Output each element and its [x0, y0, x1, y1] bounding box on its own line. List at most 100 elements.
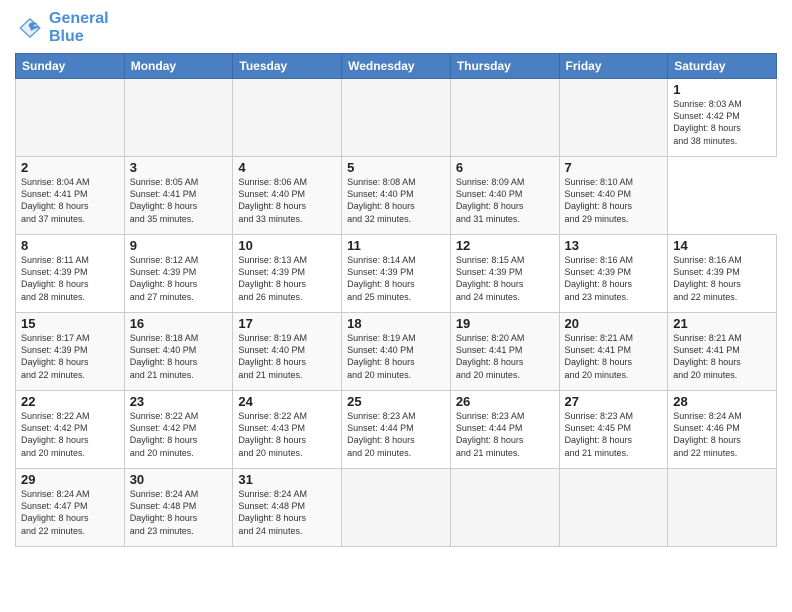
day-info: Sunrise: 8:05 AMSunset: 4:41 PMDaylight:…: [130, 176, 228, 225]
day-number: 5: [347, 160, 445, 175]
calendar-cell-day: 14Sunrise: 8:16 AMSunset: 4:39 PMDayligh…: [668, 235, 777, 313]
day-info: Sunrise: 8:17 AMSunset: 4:39 PMDaylight:…: [21, 332, 119, 381]
calendar-cell-empty: [16, 79, 125, 157]
calendar-header-monday: Monday: [124, 54, 233, 79]
calendar-cell-day: 18Sunrise: 8:19 AMSunset: 4:40 PMDayligh…: [342, 313, 451, 391]
day-number: 22: [21, 394, 119, 409]
calendar-cell-day: 31Sunrise: 8:24 AMSunset: 4:48 PMDayligh…: [233, 469, 342, 547]
page-header: General Blue: [15, 10, 777, 45]
day-number: 24: [238, 394, 336, 409]
day-number: 1: [673, 82, 771, 97]
day-info: Sunrise: 8:24 AMSunset: 4:46 PMDaylight:…: [673, 410, 771, 459]
day-info: Sunrise: 8:03 AMSunset: 4:42 PMDaylight:…: [673, 98, 771, 147]
day-number: 15: [21, 316, 119, 331]
calendar-cell-day: 19Sunrise: 8:20 AMSunset: 4:41 PMDayligh…: [450, 313, 559, 391]
day-info: Sunrise: 8:23 AMSunset: 4:45 PMDaylight:…: [565, 410, 663, 459]
day-info: Sunrise: 8:20 AMSunset: 4:41 PMDaylight:…: [456, 332, 554, 381]
calendar-cell-day: 27Sunrise: 8:23 AMSunset: 4:45 PMDayligh…: [559, 391, 668, 469]
calendar-cell-day: 25Sunrise: 8:23 AMSunset: 4:44 PMDayligh…: [342, 391, 451, 469]
calendar-cell-empty: [342, 79, 451, 157]
day-number: 9: [130, 238, 228, 253]
calendar-header-thursday: Thursday: [450, 54, 559, 79]
day-number: 18: [347, 316, 445, 331]
calendar-cell-day: 13Sunrise: 8:16 AMSunset: 4:39 PMDayligh…: [559, 235, 668, 313]
day-info: Sunrise: 8:09 AMSunset: 4:40 PMDaylight:…: [456, 176, 554, 225]
day-info: Sunrise: 8:11 AMSunset: 4:39 PMDaylight:…: [21, 254, 119, 303]
day-number: 14: [673, 238, 771, 253]
day-info: Sunrise: 8:16 AMSunset: 4:39 PMDaylight:…: [565, 254, 663, 303]
calendar-cell-day: 9Sunrise: 8:12 AMSunset: 4:39 PMDaylight…: [124, 235, 233, 313]
calendar-cell-day: 11Sunrise: 8:14 AMSunset: 4:39 PMDayligh…: [342, 235, 451, 313]
calendar-week-row: 2Sunrise: 8:04 AMSunset: 4:41 PMDaylight…: [16, 157, 777, 235]
calendar-cell-day: 1Sunrise: 8:03 AMSunset: 4:42 PMDaylight…: [668, 79, 777, 157]
calendar-cell-day: 3Sunrise: 8:05 AMSunset: 4:41 PMDaylight…: [124, 157, 233, 235]
logo: General Blue: [15, 10, 109, 45]
calendar-cell-day: 17Sunrise: 8:19 AMSunset: 4:40 PMDayligh…: [233, 313, 342, 391]
calendar-cell-empty: [450, 79, 559, 157]
day-info: Sunrise: 8:14 AMSunset: 4:39 PMDaylight:…: [347, 254, 445, 303]
calendar-week-row: 15Sunrise: 8:17 AMSunset: 4:39 PMDayligh…: [16, 313, 777, 391]
calendar-cell-day: 26Sunrise: 8:23 AMSunset: 4:44 PMDayligh…: [450, 391, 559, 469]
logo-icon: [15, 13, 45, 43]
calendar-cell-day: 23Sunrise: 8:22 AMSunset: 4:42 PMDayligh…: [124, 391, 233, 469]
day-info: Sunrise: 8:12 AMSunset: 4:39 PMDaylight:…: [130, 254, 228, 303]
day-info: Sunrise: 8:06 AMSunset: 4:40 PMDaylight:…: [238, 176, 336, 225]
day-info: Sunrise: 8:13 AMSunset: 4:39 PMDaylight:…: [238, 254, 336, 303]
day-number: 20: [565, 316, 663, 331]
calendar-cell-empty: [559, 79, 668, 157]
day-info: Sunrise: 8:08 AMSunset: 4:40 PMDaylight:…: [347, 176, 445, 225]
day-info: Sunrise: 8:23 AMSunset: 4:44 PMDaylight:…: [456, 410, 554, 459]
day-info: Sunrise: 8:21 AMSunset: 4:41 PMDaylight:…: [673, 332, 771, 381]
day-number: 6: [456, 160, 554, 175]
day-info: Sunrise: 8:19 AMSunset: 4:40 PMDaylight:…: [347, 332, 445, 381]
day-number: 2: [21, 160, 119, 175]
calendar-cell-empty: [124, 79, 233, 157]
calendar-cell-day: 10Sunrise: 8:13 AMSunset: 4:39 PMDayligh…: [233, 235, 342, 313]
day-info: Sunrise: 8:23 AMSunset: 4:44 PMDaylight:…: [347, 410, 445, 459]
day-number: 4: [238, 160, 336, 175]
day-info: Sunrise: 8:16 AMSunset: 4:39 PMDaylight:…: [673, 254, 771, 303]
calendar-cell-empty: [559, 469, 668, 547]
calendar-cell-day: 8Sunrise: 8:11 AMSunset: 4:39 PMDaylight…: [16, 235, 125, 313]
calendar-cell-day: 5Sunrise: 8:08 AMSunset: 4:40 PMDaylight…: [342, 157, 451, 235]
calendar-cell-day: 30Sunrise: 8:24 AMSunset: 4:48 PMDayligh…: [124, 469, 233, 547]
day-number: 8: [21, 238, 119, 253]
calendar-cell-day: 6Sunrise: 8:09 AMSunset: 4:40 PMDaylight…: [450, 157, 559, 235]
calendar-cell-day: 12Sunrise: 8:15 AMSunset: 4:39 PMDayligh…: [450, 235, 559, 313]
day-info: Sunrise: 8:22 AMSunset: 4:43 PMDaylight:…: [238, 410, 336, 459]
calendar-header-saturday: Saturday: [668, 54, 777, 79]
day-info: Sunrise: 8:22 AMSunset: 4:42 PMDaylight:…: [21, 410, 119, 459]
calendar-week-row: 1Sunrise: 8:03 AMSunset: 4:42 PMDaylight…: [16, 79, 777, 157]
calendar-cell-day: 21Sunrise: 8:21 AMSunset: 4:41 PMDayligh…: [668, 313, 777, 391]
calendar-cell-day: 20Sunrise: 8:21 AMSunset: 4:41 PMDayligh…: [559, 313, 668, 391]
calendar-cell-day: 7Sunrise: 8:10 AMSunset: 4:40 PMDaylight…: [559, 157, 668, 235]
day-number: 25: [347, 394, 445, 409]
day-number: 13: [565, 238, 663, 253]
calendar-header-tuesday: Tuesday: [233, 54, 342, 79]
day-number: 12: [456, 238, 554, 253]
day-number: 7: [565, 160, 663, 175]
day-number: 30: [130, 472, 228, 487]
logo-text: General Blue: [49, 10, 109, 45]
calendar-week-row: 29Sunrise: 8:24 AMSunset: 4:47 PMDayligh…: [16, 469, 777, 547]
day-number: 17: [238, 316, 336, 331]
calendar-table: SundayMondayTuesdayWednesdayThursdayFrid…: [15, 53, 777, 547]
calendar-cell-day: 4Sunrise: 8:06 AMSunset: 4:40 PMDaylight…: [233, 157, 342, 235]
calendar-cell-day: 29Sunrise: 8:24 AMSunset: 4:47 PMDayligh…: [16, 469, 125, 547]
calendar-cell-day: 22Sunrise: 8:22 AMSunset: 4:42 PMDayligh…: [16, 391, 125, 469]
day-info: Sunrise: 8:18 AMSunset: 4:40 PMDaylight:…: [130, 332, 228, 381]
calendar-cell-day: 24Sunrise: 8:22 AMSunset: 4:43 PMDayligh…: [233, 391, 342, 469]
day-number: 26: [456, 394, 554, 409]
day-info: Sunrise: 8:24 AMSunset: 4:48 PMDaylight:…: [238, 488, 336, 537]
day-info: Sunrise: 8:15 AMSunset: 4:39 PMDaylight:…: [456, 254, 554, 303]
calendar-cell-day: 15Sunrise: 8:17 AMSunset: 4:39 PMDayligh…: [16, 313, 125, 391]
day-info: Sunrise: 8:19 AMSunset: 4:40 PMDaylight:…: [238, 332, 336, 381]
day-number: 19: [456, 316, 554, 331]
calendar-header-row: SundayMondayTuesdayWednesdayThursdayFrid…: [16, 54, 777, 79]
day-info: Sunrise: 8:21 AMSunset: 4:41 PMDaylight:…: [565, 332, 663, 381]
day-info: Sunrise: 8:22 AMSunset: 4:42 PMDaylight:…: [130, 410, 228, 459]
day-number: 10: [238, 238, 336, 253]
day-info: Sunrise: 8:04 AMSunset: 4:41 PMDaylight:…: [21, 176, 119, 225]
calendar-cell-empty: [668, 469, 777, 547]
calendar-cell-day: 16Sunrise: 8:18 AMSunset: 4:40 PMDayligh…: [124, 313, 233, 391]
